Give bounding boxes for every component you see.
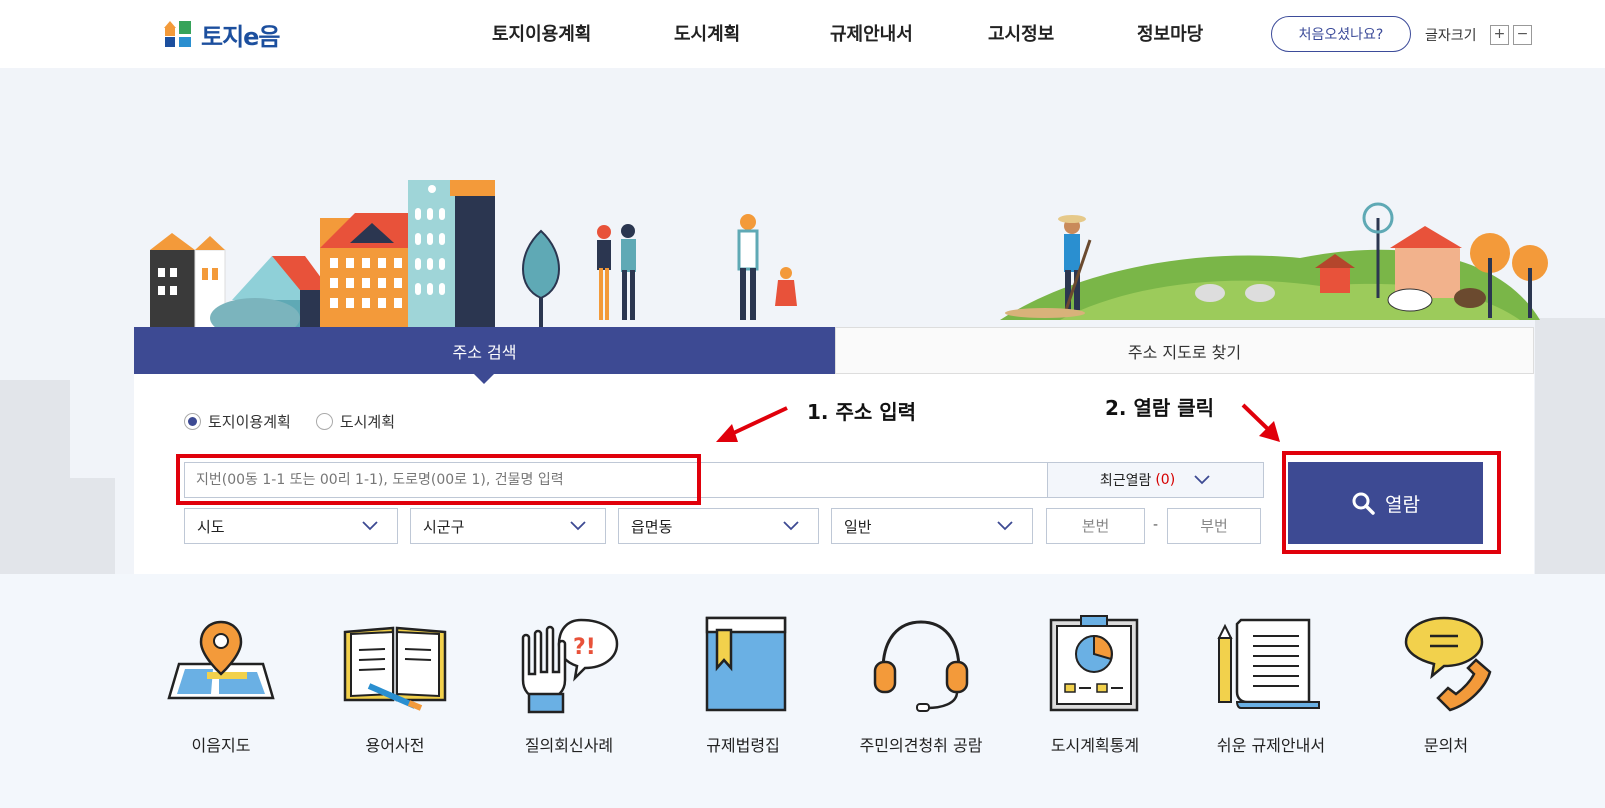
quick-item-city-stats[interactable]: 도시계획통계: [1010, 614, 1180, 756]
quick-item-label: 용어사전: [365, 736, 425, 755]
quick-item-label: 문의처: [1423, 736, 1469, 755]
recent-views-dropdown[interactable]: 최근열람 (0): [1047, 462, 1264, 498]
recent-views-count: (0): [1155, 472, 1176, 488]
quick-item-easy-guide[interactable]: 쉬운 규제안내서: [1186, 614, 1356, 756]
land-type-value: 일반: [844, 517, 872, 536]
chevron-down-icon: [783, 521, 799, 531]
quick-item-eum-map[interactable]: 이음지도: [136, 614, 306, 756]
number-separator: -: [1153, 517, 1159, 533]
radio-land-use-plan[interactable]: [184, 413, 201, 430]
quick-menu: 이음지도 용어사전 ?! 질의회신사례 규제법령집 주민의견청취 공람 도시계획…: [0, 574, 1605, 808]
document-pencil-icon: [1217, 618, 1320, 709]
annotation-step-2: 2. 열람 클릭: [1105, 396, 1215, 420]
quick-item-glossary[interactable]: 용어사전: [310, 614, 480, 756]
nav-info-plaza[interactable]: 정보마당: [1137, 20, 1203, 46]
farm-scene-icon: [1000, 202, 1548, 320]
tab-address-search[interactable]: 주소 검색: [134, 327, 835, 384]
nav-notice-info[interactable]: 고시정보: [988, 20, 1054, 46]
map-pin-icon: [167, 620, 275, 700]
recent-views-label: 최근열람: [1099, 473, 1152, 489]
annotation-step-1: 1. 주소 입력: [807, 400, 917, 424]
bg-building: [70, 478, 115, 574]
logo-text: 토지e음: [201, 22, 281, 51]
quick-item-label: 도시계획통계: [1050, 736, 1140, 755]
radio-city-plan[interactable]: [315, 413, 333, 430]
quick-item-label: 질의회신사례: [524, 736, 614, 755]
first-visit-button[interactable]: 처음오셨나요?: [1271, 16, 1411, 52]
eupmyeondong-value: 읍면동: [631, 517, 673, 536]
quick-item-law-collection[interactable]: 규제법령집: [658, 614, 828, 756]
annotation-box-address: [176, 454, 701, 505]
quick-item-label: 이음지도: [191, 736, 251, 755]
city-buildings-icon: [150, 180, 495, 328]
logo-mark-icon: [164, 21, 191, 47]
nav-city-plan[interactable]: 도시계획: [674, 20, 740, 46]
law-book-icon: [705, 616, 787, 712]
quick-item-label: 규제법령집: [706, 736, 780, 755]
quick-item-label: 주민의견청취 공람: [859, 736, 983, 755]
quick-item-label: 쉬운 규제안내서: [1216, 736, 1326, 755]
svg-text:?!: ?!: [573, 635, 596, 660]
sigungu-value: 시군구: [423, 517, 465, 536]
chart-board-icon: [1049, 615, 1139, 712]
nav-regulation-guide[interactable]: 규제안내서: [830, 20, 913, 46]
eupmyeondong-select[interactable]: 읍면동: [618, 508, 819, 544]
font-increase-button[interactable]: +: [1490, 25, 1509, 45]
land-type-select[interactable]: 일반: [831, 508, 1033, 544]
main-number-input[interactable]: [1046, 508, 1145, 544]
chevron-down-icon: [570, 521, 586, 531]
hero-illustration: [150, 180, 1548, 328]
chevron-down-icon: [997, 521, 1013, 531]
font-decrease-button[interactable]: −: [1513, 25, 1532, 45]
chevron-down-icon: [362, 521, 378, 531]
bg-building: [0, 380, 70, 574]
tree-icon: [522, 229, 560, 328]
site-logo[interactable]: 토지e음: [163, 18, 281, 51]
headset-icon: [873, 620, 969, 712]
phone-chat-icon: [1404, 616, 1492, 712]
chevron-down-icon: [1194, 475, 1210, 485]
sub-number-input[interactable]: [1167, 508, 1261, 544]
sigungu-select[interactable]: 시군구: [410, 508, 606, 544]
tab-map-search[interactable]: 주소 지도로 찾기: [835, 327, 1534, 374]
radio-city-plan-label[interactable]: 도시계획: [340, 411, 395, 432]
quick-item-qa-cases[interactable]: ?! 질의회신사례: [484, 614, 654, 756]
annotation-box-view: [1282, 451, 1501, 554]
site-header: 토지e음 토지이용계획 도시계획 규제안내서 고시정보 정보마당 처음오셨나요?…: [0, 0, 1605, 68]
bg-building: [1535, 318, 1605, 574]
nav-land-use-plan[interactable]: 토지이용계획: [492, 20, 591, 46]
parent-child-icon: [737, 214, 797, 320]
quick-item-contact[interactable]: 문의처: [1361, 614, 1531, 756]
font-size-label: 글자크기: [1425, 28, 1477, 44]
quick-item-public-hearing[interactable]: 주민의견청취 공람: [836, 614, 1006, 756]
search-type-radio-group: 토지이용계획 도시계획: [184, 411, 420, 432]
sido-value: 시도: [197, 517, 225, 536]
question-hand-icon: ?!: [521, 618, 619, 714]
sido-select[interactable]: 시도: [184, 508, 398, 544]
people-couple-icon: [597, 224, 636, 320]
open-book-icon: [343, 626, 447, 711]
radio-land-use-plan-label[interactable]: 토지이용계획: [208, 411, 291, 432]
